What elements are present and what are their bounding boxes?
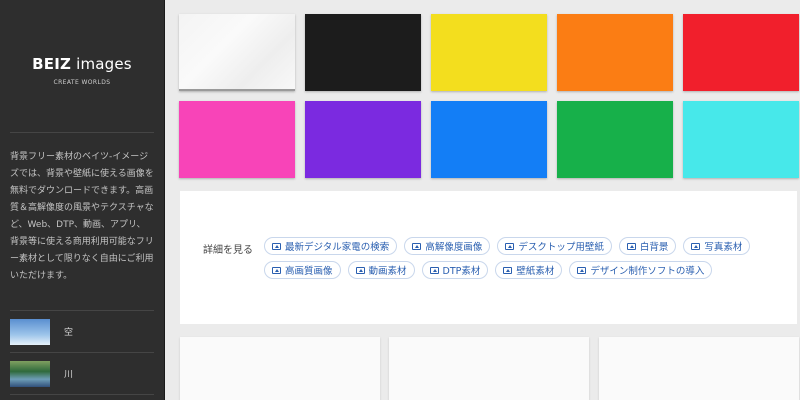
tag-desktop-wallpaper[interactable]: デスクトップ用壁紙 (497, 237, 612, 255)
image-icon (272, 266, 281, 274)
swatch-cyan[interactable] (683, 101, 799, 178)
brand[interactable]: BEIZ images CREATE WORLDS (10, 0, 154, 133)
sidebar: BEIZ images CREATE WORLDS 背景フリー素材のベイツ-イメ… (0, 0, 165, 400)
image-icon (272, 242, 281, 250)
image-icon (503, 266, 513, 274)
image-icon (505, 242, 515, 250)
swatch-pink[interactable] (179, 101, 295, 178)
sky-thumbnail (10, 318, 50, 345)
logo-bold: BEIZ (32, 55, 72, 73)
tag-row-1: 最新デジタル家電の検索 高解像度画像 デスクトップ用壁紙 白背景 写真素材 (264, 237, 784, 255)
logo-light: images (76, 55, 132, 73)
swatch-blue[interactable] (431, 101, 547, 178)
image-icon (691, 242, 701, 250)
tag-list: 最新デジタル家電の検索 高解像度画像 デスクトップ用壁紙 白背景 写真素材 高画… (264, 237, 784, 285)
tag-wallpaper-material[interactable]: 壁紙素材 (495, 261, 563, 279)
image-icon (412, 242, 422, 250)
site-tagline: CREATE WORLDS (53, 79, 111, 86)
site-intro: 背景フリー素材のベイツ-イメージズでは、背景や壁紙に使える画像を無料でダウンロー… (10, 133, 154, 311)
tag-design-software[interactable]: デザイン制作ソフトの導入 (569, 261, 713, 279)
swatch-orange[interactable] (557, 14, 673, 91)
site-logo[interactable]: BEIZ images (10, 55, 154, 73)
category-river[interactable]: 川 (10, 353, 154, 395)
image-icon (577, 266, 587, 274)
swatch-green[interactable] (557, 101, 673, 178)
tag-high-quality[interactable]: 高画質画像 (264, 261, 341, 279)
image-icon (626, 242, 636, 250)
swatch-purple[interactable] (305, 101, 421, 178)
swatch-black[interactable] (305, 14, 421, 91)
tags-heading: 詳細を見る (203, 245, 253, 256)
tag-high-resolution[interactable]: 高解像度画像 (404, 237, 491, 255)
tag-white-background[interactable]: 白背景 (618, 237, 677, 255)
swatch-yellow[interactable] (431, 14, 547, 91)
texture-card[interactable] (180, 337, 380, 400)
category-label: 空 (64, 328, 74, 338)
texture-card[interactable] (389, 337, 589, 400)
tag-photo-material[interactable]: 写真素材 (683, 237, 751, 255)
texture-card[interactable] (599, 337, 799, 400)
related-tags-panel: 詳細を見る 最新デジタル家電の検索 高解像度画像 デスクトップ用壁紙 白背景 写… (180, 191, 797, 324)
image-icon (355, 266, 365, 274)
swatch-red[interactable] (683, 14, 799, 91)
tag-latest-digital[interactable]: 最新デジタル家電の検索 (264, 237, 398, 255)
category-sky[interactable]: 空 (10, 311, 154, 353)
tag-dtp-material[interactable]: DTP素材 (421, 261, 489, 279)
tag-video-material[interactable]: 動画素材 (347, 261, 415, 279)
swatch-white[interactable] (179, 14, 295, 91)
river-thumbnail (10, 360, 50, 387)
tag-row-2: 高画質画像 動画素材 DTP素材 壁紙素材 デザイン制作ソフトの導入 (264, 261, 784, 279)
image-icon (429, 266, 439, 274)
category-label: 川 (64, 370, 74, 380)
